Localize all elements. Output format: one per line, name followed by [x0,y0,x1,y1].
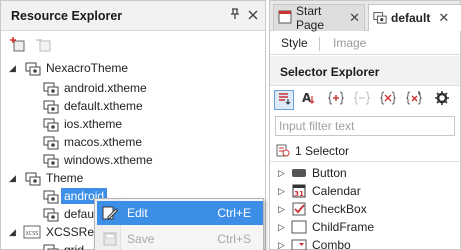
theme-folder-icon [25,170,41,186]
svg-text:31: 31 [294,190,304,198]
expand-arrow-icon[interactable]: ▷ [278,167,288,179]
selector-count-label: 1 Selector [295,144,350,158]
save-icon [102,231,118,247]
expand-arrow-icon[interactable]: ▷ [278,185,288,197]
context-menu: Edit Ctrl+E Save Ctrl+S [94,198,264,250]
tree-label: XCSSRes [46,225,101,239]
combo-component-icon [291,238,307,250]
pin-icon[interactable] [227,7,243,25]
sort-icon[interactable] [274,90,294,110]
tree-label: NexacroTheme [46,61,129,75]
menu-item-label: Edit [127,206,148,220]
font-button-label: A [302,91,312,105]
tab-label: default [391,11,431,25]
tree-node-ios-xtheme[interactable]: ios.xtheme [1,115,265,133]
subtab-divider [319,37,320,51]
tree-label: defau [64,207,95,221]
tree-node-default-xtheme[interactable]: default.xtheme [1,97,265,115]
collapse-arrow-icon[interactable]: ◢ [9,172,19,184]
selector-explorer-title: Selector Explorer [280,65,380,79]
tab-default[interactable]: default ✕ [368,4,461,31]
editor-panel: Start Page ✕ default ✕ Style Image Selec… [269,0,461,250]
tree-label: grid [64,243,85,250]
list-item-label: ChildFrame [312,220,375,234]
expand-arrow-icon[interactable]: ▷ [278,221,288,233]
tree-node-android-xtheme[interactable]: android.xtheme [1,79,265,97]
list-item-childframe[interactable]: ▷ ChildFrame [270,218,460,236]
theme-tab-icon [373,10,387,27]
expand-arrow-icon[interactable]: ▷ [278,239,288,250]
theme-folder-icon [25,60,41,76]
collapse-selector-icon[interactable] [404,90,424,110]
subtab-style[interactable]: Style [281,36,308,50]
list-item-label: CheckBox [312,202,367,216]
start-page-icon [278,10,292,27]
list-item-checkbox[interactable]: ▷ CheckBox [270,200,460,218]
list-item-label: Button [312,166,347,180]
list-item-combo[interactable]: ▷ Combo [270,236,460,250]
selector-explorer-header: Selector Explorer [270,56,460,86]
collapse-arrow-icon[interactable]: ◢ [9,226,19,238]
theme-file-icon [43,134,59,150]
theme-file-icon [43,116,59,132]
theme-file-icon [43,98,59,114]
divider [270,161,460,162]
list-item-label: Calendar [312,184,361,198]
list-item-label: Combo [312,238,351,250]
tab-label: Start Page [296,4,325,32]
button-component-icon [291,166,307,180]
close-icon[interactable] [245,7,261,25]
tree-node-windows-xtheme[interactable]: windows.xtheme [1,151,265,169]
subtab-image[interactable]: Image [333,36,366,50]
expand-arrow-icon[interactable]: ▷ [278,203,288,215]
tab-start-page[interactable]: Start Page ✕ [273,4,365,32]
menu-item-shortcut: Ctrl+S [217,232,251,246]
tree-label: windows.xtheme [64,153,153,167]
list-item-button[interactable]: ▷ Button [270,164,460,182]
theme-file-icon [43,188,59,204]
resource-explorer-title: Resource Explorer [11,9,123,23]
tree-node-nexacrotheme[interactable]: ◢ NexacroTheme [1,59,265,77]
selector-count: 1 Selector [276,142,349,160]
childframe-component-icon [291,220,307,234]
tree-label: macos.xtheme [64,135,143,149]
menu-item-edit[interactable]: Edit Ctrl+E [97,201,263,225]
menu-item-save[interactable]: Save Ctrl+S [97,227,263,250]
resource-explorer-header: Resource Explorer [1,1,265,31]
checkbox-component-icon [291,202,307,216]
resource-explorer-toolbar [1,32,265,58]
selector-toolbar: A [270,87,460,113]
tree-label: Theme [46,171,84,185]
expand-selector-icon[interactable] [378,90,398,110]
calendar-component-icon: 31 [291,184,307,198]
add-selector-icon[interactable] [326,90,346,110]
font-size-icon[interactable]: A [298,90,318,110]
list-item-calendar[interactable]: ▷ 31 Calendar [270,182,460,200]
theme-file-icon [43,80,59,96]
edit-icon [102,205,119,221]
xcss-file-icon [43,242,59,250]
menu-item-shortcut: Ctrl+E [217,206,251,220]
xcss-icon-text: XCSS [26,231,39,237]
menu-item-label: Save [127,232,155,246]
remove-selector-icon[interactable] [352,90,372,110]
settings-icon[interactable] [432,90,452,110]
tab-close-icon[interactable]: ✕ [349,10,360,26]
editor-subtabs: Style Image [270,32,460,55]
xcss-folder-icon: XCSS [23,224,41,240]
collapse-arrow-icon[interactable]: ◢ [9,62,19,74]
theme-file-icon [43,152,59,168]
theme-file-icon [43,206,59,222]
tree-label: android.xtheme [64,81,147,95]
remove-resource-icon[interactable] [35,36,53,54]
tree-node-theme[interactable]: ◢ Theme [1,169,265,187]
selector-count-icon [276,143,290,160]
selector-filter-input[interactable] [275,116,455,136]
add-resource-icon[interactable] [9,36,27,54]
tree-node-macos-xtheme[interactable]: macos.xtheme [1,133,265,151]
tree-label: ios.xtheme [64,117,123,131]
tab-close-icon[interactable]: ✕ [438,10,449,26]
tree-label: default.xtheme [64,99,143,113]
editor-tabbar: Start Page ✕ default ✕ [270,1,461,32]
